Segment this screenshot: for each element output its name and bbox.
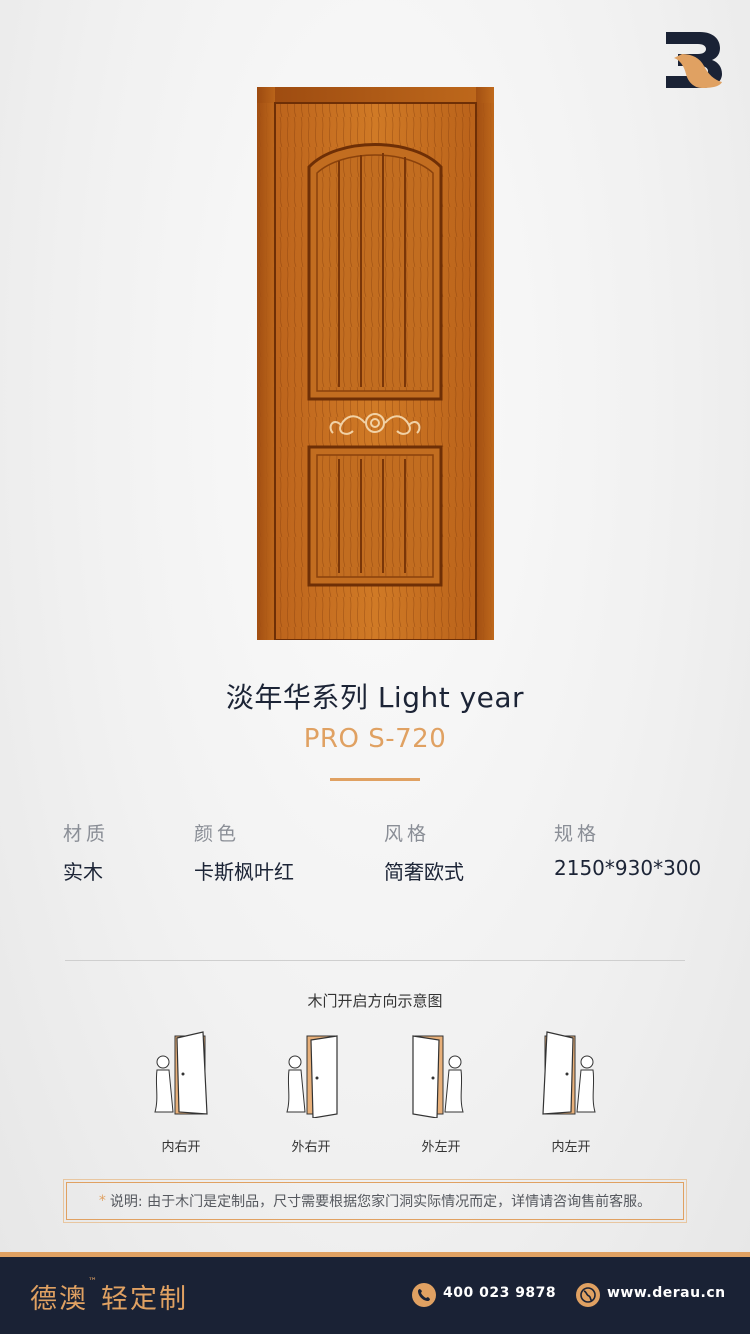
section-divider	[65, 960, 685, 961]
door-option-label-2: 外右开	[291, 1140, 331, 1155]
website-link[interactable]: www.derau.cn	[607, 1285, 726, 1301]
door-open-inward-left-icon	[541, 1028, 599, 1118]
spec-value-size: 2150*930*300	[554, 856, 702, 880]
note-asterisk: *	[98, 1193, 106, 1209]
note-text: 说明: 由于木门是定制品，尺寸需要根据您家门洞实际情况而定，详情请咨询售前客服。	[109, 1194, 652, 1210]
spec-value-color: 卡斯枫叶红	[194, 860, 294, 884]
title-underline	[330, 778, 420, 781]
opening-diagram-title: 木门开启方向示意图	[307, 992, 443, 1010]
door-option-label-1: 内右开	[161, 1140, 201, 1155]
phone-icon	[412, 1283, 436, 1307]
trademark-mark: ™	[88, 1277, 97, 1287]
brand-logo-icon	[664, 30, 724, 88]
footer-brand-sub: 轻定制	[101, 1284, 188, 1315]
model-code: PRO S-720	[303, 724, 447, 754]
door-open-outward-right-icon	[281, 1028, 339, 1118]
door-option-label-4: 内左开	[551, 1140, 591, 1155]
spec-value-material: 实木	[63, 860, 103, 884]
door-product-image	[257, 87, 494, 640]
footer-bar: 德澳™ 轻定制 400 023 9878 www.derau.cn	[0, 1252, 750, 1334]
spec-value-style: 简奢欧式	[384, 860, 464, 884]
spec-label-style: 风格	[384, 823, 431, 845]
footer-brand: 德澳™ 轻定制	[30, 1277, 188, 1316]
door-open-inward-right-icon	[151, 1028, 209, 1118]
door-open-outward-left-icon	[411, 1028, 469, 1118]
door-option-label-3: 外左开	[421, 1140, 461, 1155]
globe-icon	[576, 1283, 600, 1307]
phone-number[interactable]: 400 023 9878	[443, 1285, 556, 1301]
spec-label-material: 材质	[63, 823, 110, 845]
custom-size-note: * 说明: 由于木门是定制品，尺寸需要根据您家门洞实际情况而定，详情请咨询售前客…	[63, 1179, 687, 1223]
series-title: 淡年华系列 Light year	[225, 681, 525, 714]
footer-brand-name: 德澳	[30, 1284, 88, 1315]
spec-label-color: 颜色	[194, 823, 241, 845]
spec-label-size: 规格	[554, 823, 601, 845]
